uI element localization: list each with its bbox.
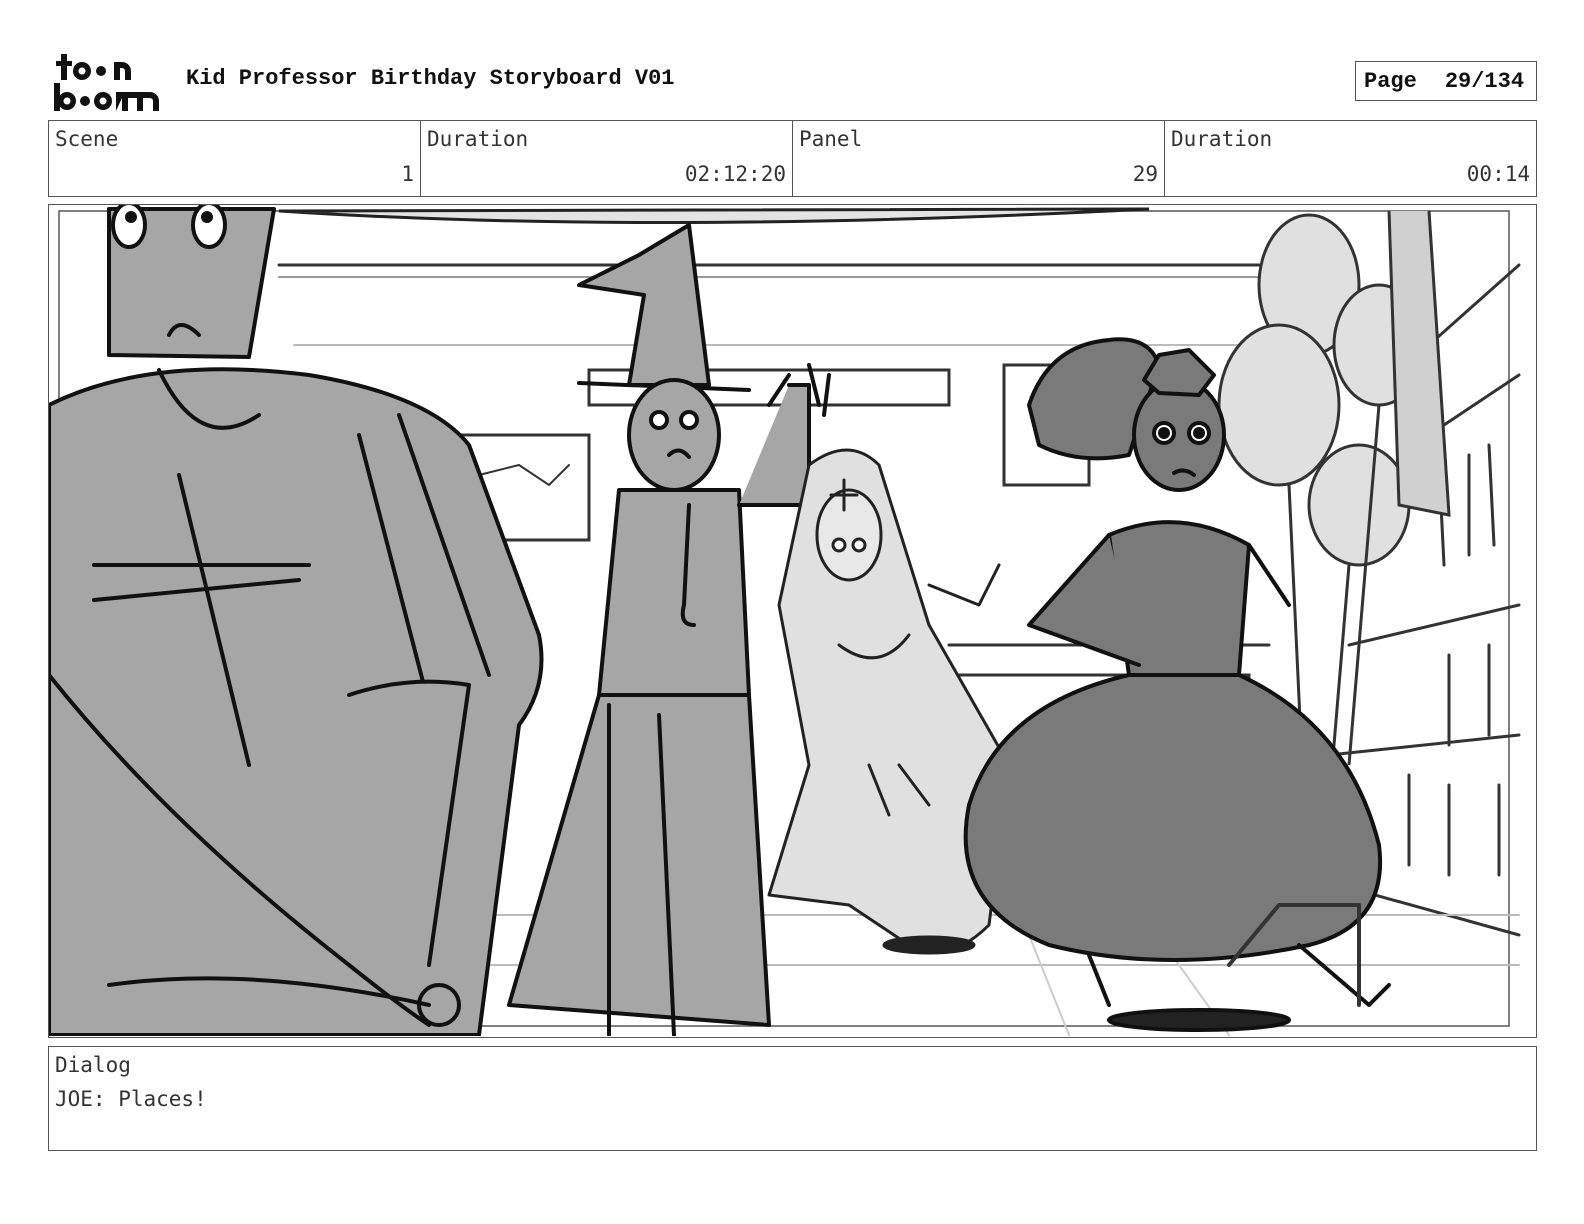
dialog-label: Dialog (55, 1053, 131, 1077)
scene-value: 1 (401, 162, 414, 186)
page-label: Page (1364, 68, 1417, 94)
scene-duration-cell: Duration 02:12:20 (421, 121, 793, 196)
scene-duration-label: Duration (427, 127, 529, 151)
scene-cell: Scene 1 (49, 121, 421, 196)
wizard-character (507, 223, 831, 1036)
scene-duration-value: 02:12:20 (684, 162, 786, 186)
panel-cell: Panel 29 (793, 121, 1165, 196)
panel-sketch (49, 205, 1521, 1036)
knight-character (49, 205, 544, 1036)
page-number: 29/134 (1444, 68, 1525, 94)
document-title: Kid Professor Birthday Storyboard V01 (186, 66, 675, 91)
panel-duration-label: Duration (1171, 127, 1273, 151)
toonboom-logo-mark (54, 54, 159, 111)
scene-info-row: Scene 1 Duration 02:12:20 Panel 29 Durat… (48, 120, 1537, 197)
dialog-text: JOE: Places! (55, 1087, 207, 1111)
panel-label: Panel (799, 127, 863, 151)
panel-duration-value: 00:14 (1466, 162, 1530, 186)
scene-label: Scene (55, 127, 119, 151)
storyboard-panel (48, 204, 1537, 1038)
panel-value: 29 (1132, 162, 1158, 186)
toonboom-logo (52, 52, 164, 112)
page-indicator: Page 29/134 (1355, 61, 1537, 101)
dialog-box: Dialog JOE: Places! (48, 1046, 1537, 1151)
panel-duration-cell: Duration 00:14 (1165, 121, 1536, 196)
